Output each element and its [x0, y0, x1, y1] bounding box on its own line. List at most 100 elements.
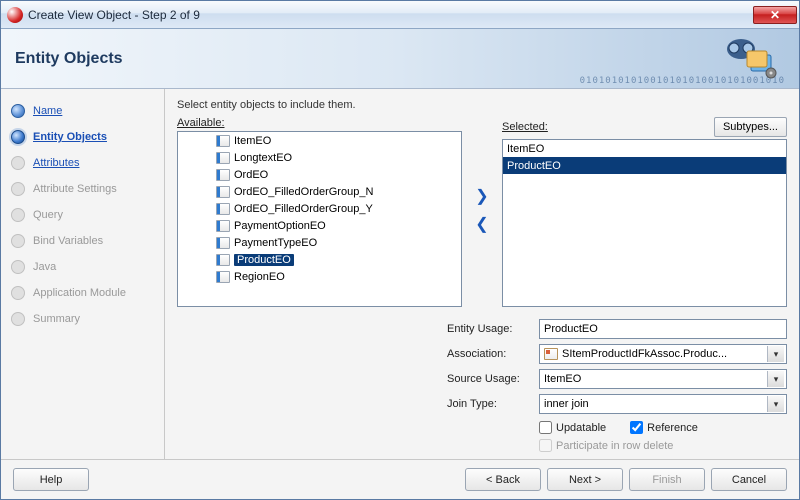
tree-item-label: OrdEO [234, 169, 268, 181]
step-summary: Summary [11, 307, 160, 331]
help-button[interactable]: Help [13, 468, 89, 491]
tree-item[interactable]: ItemEO [178, 132, 461, 149]
shuttle-buttons: ❯ ❮ [470, 117, 494, 307]
step-label[interactable]: Name [33, 105, 62, 117]
tree-item-label: OrdEO_FilledOrderGroup_Y [234, 203, 373, 215]
page-title: Entity Objects [15, 50, 123, 68]
source-usage-combo[interactable]: ItemEO [539, 369, 787, 389]
step-bullet [11, 156, 25, 170]
tree-item[interactable]: OrdEO [178, 166, 461, 183]
titlebar: Create View Object - Step 2 of 9 ✕ [1, 1, 799, 29]
updatable-text: Updatable [556, 422, 606, 434]
list-item[interactable]: ProductEO [503, 157, 786, 174]
header-icon [721, 35, 779, 79]
entity-icon [216, 220, 230, 232]
entity-icon [216, 186, 230, 198]
tree-item-label: PaymentOptionEO [234, 220, 326, 232]
step-label: Attribute Settings [33, 183, 117, 195]
updatable-checkbox-label[interactable]: Updatable [539, 421, 606, 434]
source-usage-label: Source Usage: [447, 373, 533, 385]
app-icon [7, 7, 23, 23]
updatable-checkbox[interactable] [539, 421, 552, 434]
tree-item[interactable]: RegionEO [178, 268, 461, 285]
step-label: Summary [33, 313, 80, 325]
available-tree[interactable]: ItemEO LongtextEO OrdEO OrdEO_FilledOrderGr… [177, 131, 462, 307]
step-bullet [11, 130, 25, 144]
participate-text: Participate in row delete [556, 440, 673, 452]
list-item[interactable]: ItemEO [503, 140, 786, 157]
available-label: Available: [177, 117, 462, 129]
wizard-window: Create View Object - Step 2 of 9 ✕ Entit… [0, 0, 800, 500]
tree-item-label: ItemEO [234, 135, 271, 147]
step-bullet [11, 104, 25, 118]
step-bullet [11, 260, 25, 274]
join-type-value: inner join [544, 398, 589, 410]
selected-panel: Selected: Subtypes... ItemEOProductEO [502, 117, 787, 307]
step-label: Bind Variables [33, 235, 103, 247]
step-attribute-settings: Attribute Settings [11, 177, 160, 201]
entity-icon [216, 254, 230, 266]
step-bullet [11, 182, 25, 196]
step-label: Java [33, 261, 56, 273]
step-entity-objects[interactable]: Entity Objects [11, 125, 160, 149]
tree-item[interactable]: OrdEO_FilledOrderGroup_Y [178, 200, 461, 217]
tree-item[interactable]: OrdEO_FilledOrderGroup_N [178, 183, 461, 200]
entity-icon [216, 169, 230, 181]
entity-usage-label: Entity Usage: [447, 323, 533, 335]
entity-icon [216, 152, 230, 164]
finish-button: Finish [629, 468, 705, 491]
step-bullet [11, 234, 25, 248]
step-java: Java [11, 255, 160, 279]
participate-checkbox [539, 439, 552, 452]
tree-item[interactable]: PaymentOptionEO [178, 217, 461, 234]
chevron-right-icon: ❯ [475, 188, 488, 205]
association-combo[interactable]: SItemProductIdFkAssoc.Produc... [539, 344, 787, 364]
add-button[interactable]: ❯ [473, 189, 491, 207]
step-bullet [11, 208, 25, 222]
reference-text: Reference [647, 422, 698, 434]
tree-item-label: OrdEO_FilledOrderGroup_N [234, 186, 373, 198]
remove-button[interactable]: ❮ [473, 217, 491, 235]
chevron-left-icon: ❮ [475, 216, 488, 233]
tree-item-label: RegionEO [234, 271, 285, 283]
step-application-module: Application Module [11, 281, 160, 305]
step-label[interactable]: Entity Objects [33, 131, 107, 143]
header-band: Entity Objects 0101010101001010101001010… [1, 29, 799, 89]
tree-item[interactable]: LongtextEO [178, 149, 461, 166]
subtypes-button[interactable]: Subtypes... [714, 117, 787, 137]
step-bind-variables: Bind Variables [11, 229, 160, 253]
back-button[interactable]: < Back [465, 468, 541, 491]
tree-item-label: ProductEO [234, 254, 294, 266]
association-label: Association: [447, 348, 533, 360]
cancel-button[interactable]: Cancel [711, 468, 787, 491]
step-attributes[interactable]: Attributes [11, 151, 160, 175]
main-panel: Select entity objects to include them. A… [165, 89, 799, 459]
association-value: SItemProductIdFkAssoc.Produc... [562, 348, 727, 360]
step-bullet [11, 312, 25, 326]
close-icon: ✕ [770, 9, 780, 21]
tree-item[interactable]: ProductEO [178, 251, 461, 268]
entity-icon [216, 271, 230, 283]
tree-item-label: LongtextEO [234, 152, 292, 164]
next-button[interactable]: Next > [547, 468, 623, 491]
step-label[interactable]: Attributes [33, 157, 79, 169]
reference-checkbox-label[interactable]: Reference [630, 421, 698, 434]
wizard-body: Name Entity Objects Attributes Attribute Se… [1, 89, 799, 459]
tree-item[interactable]: PaymentTypeEO [178, 234, 461, 251]
selected-list[interactable]: ItemEOProductEO [502, 139, 787, 307]
step-label: Application Module [33, 287, 126, 299]
close-button[interactable]: ✕ [753, 6, 797, 24]
join-type-combo[interactable]: inner join [539, 394, 787, 414]
usage-form: Entity Usage: Association: SItemProductI… [177, 319, 787, 452]
entity-icon [216, 135, 230, 147]
step-bullet [11, 286, 25, 300]
shuttle: Available: ItemEO LongtextEO OrdEO OrdEO_Fi… [177, 117, 787, 307]
available-panel: Available: ItemEO LongtextEO OrdEO OrdEO_Fi… [177, 117, 462, 307]
window-title: Create View Object - Step 2 of 9 [28, 8, 753, 22]
association-icon [544, 348, 558, 360]
tree-item-label: PaymentTypeEO [234, 237, 317, 249]
step-label: Query [33, 209, 63, 221]
step-name[interactable]: Name [11, 99, 160, 123]
entity-usage-input[interactable] [539, 319, 787, 339]
reference-checkbox[interactable] [630, 421, 643, 434]
